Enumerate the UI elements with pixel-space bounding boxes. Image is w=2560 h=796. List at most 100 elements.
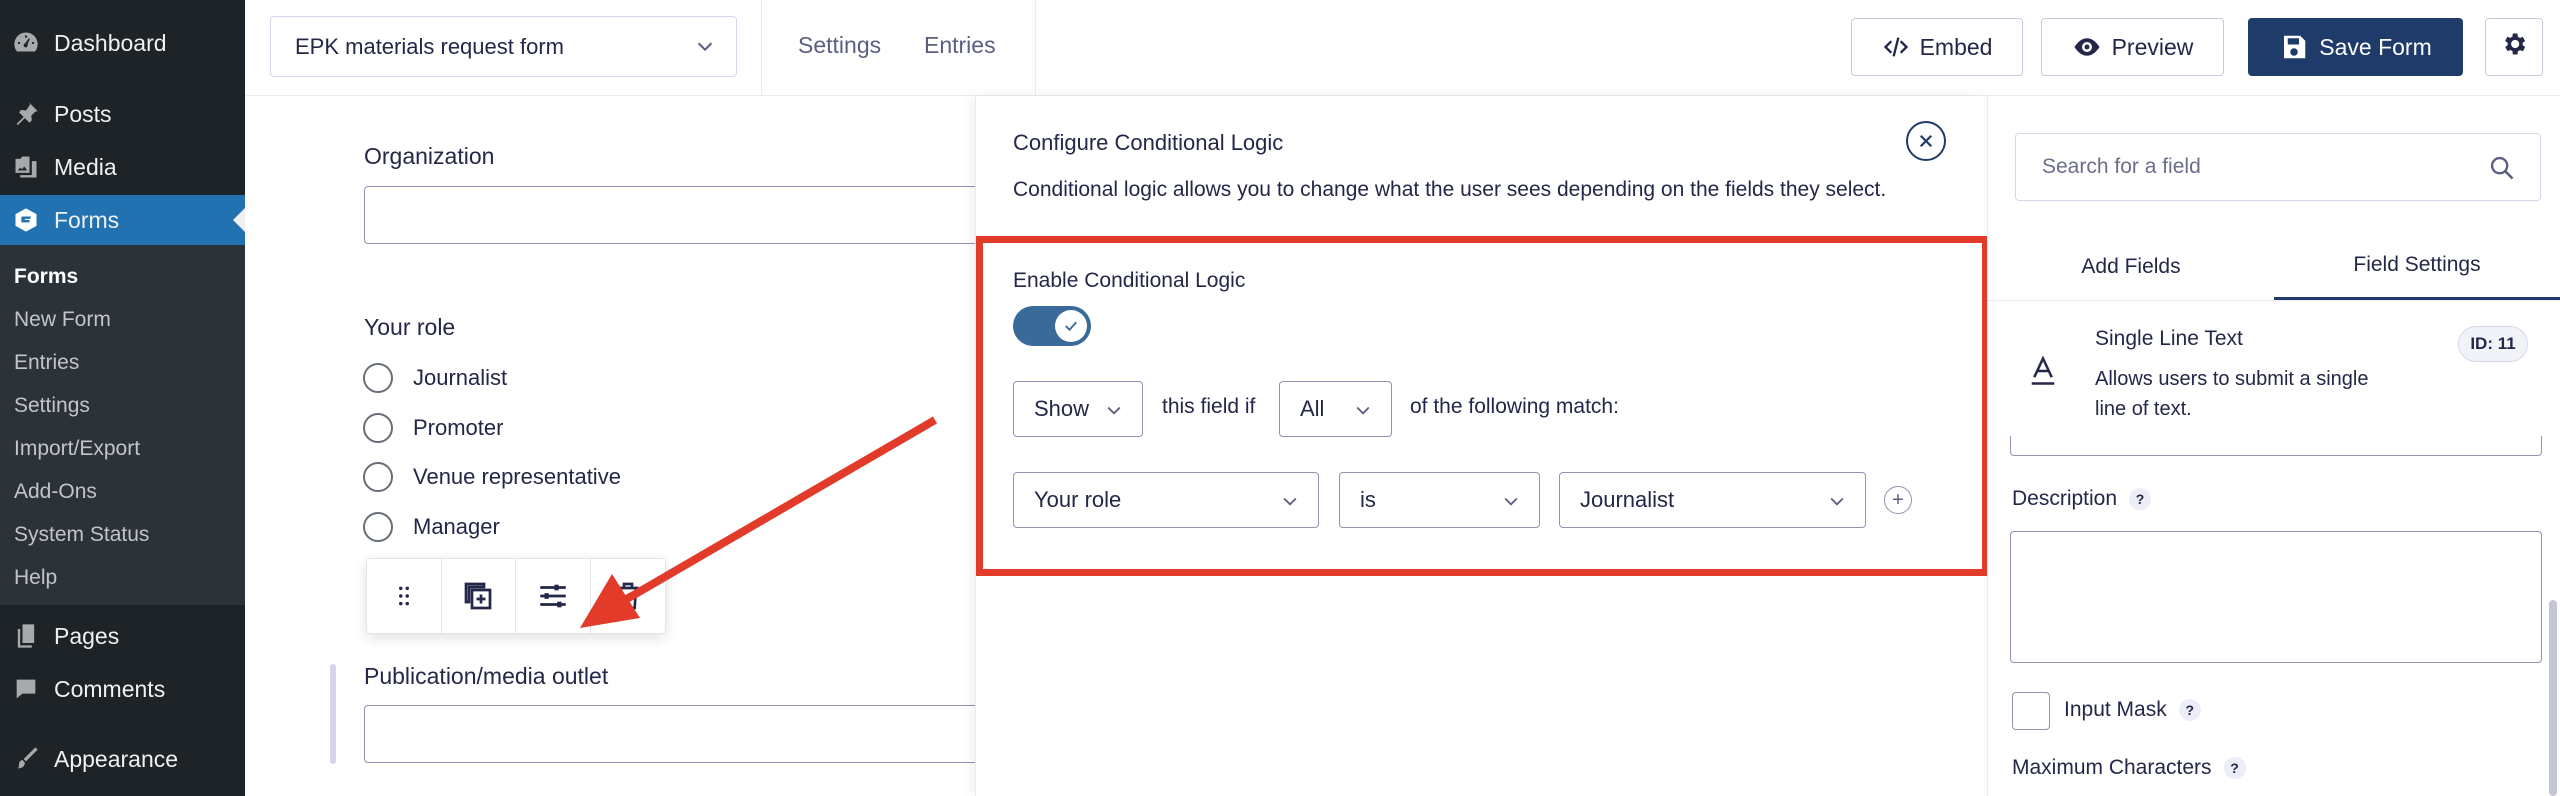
max-characters-setting-label: Maximum Characters ?: [2012, 756, 2246, 780]
radio-option-label: Journalist: [413, 365, 508, 390]
code-icon: [1882, 33, 1910, 61]
gear-icon: [2500, 30, 2528, 64]
search-icon: [2488, 154, 2516, 188]
embed-label: Embed: [1919, 33, 1993, 60]
submenu-system-status[interactable]: System Status: [14, 523, 149, 547]
selected-field-indicator: [330, 664, 336, 764]
input-mask-checkbox[interactable]: [2012, 692, 2050, 730]
this-field-if-text: this field if: [1162, 395, 1256, 418]
form-canvas: Organization Your role: [245, 96, 984, 796]
media-icon: [8, 149, 44, 185]
radio-button[interactable]: [363, 462, 393, 492]
comment-bubble-icon: [8, 671, 44, 707]
rule-field-value: Your role: [1034, 487, 1122, 512]
setting-input[interactable]: [2010, 436, 2542, 456]
description-label-text: Description: [2012, 487, 2118, 510]
organization-field-label: Organization: [364, 143, 495, 169]
preview-label: Preview: [2111, 33, 2194, 60]
sliders-icon: [540, 584, 566, 608]
radio-option-label: Venue representative: [413, 464, 621, 489]
input-mask-setting-label: Input Mask ?: [2064, 698, 2201, 722]
help-icon[interactable]: ?: [2223, 757, 2246, 779]
chevron-down-icon: [1280, 491, 1300, 517]
menu-appearance-label: Appearance: [54, 745, 179, 772]
action-type-select[interactable]: Show: [1013, 381, 1143, 437]
close-icon: [1919, 134, 1933, 148]
form-switcher-dropdown[interactable]: EPK materials request form: [270, 16, 737, 77]
forms-submenu: [0, 245, 245, 605]
chevron-down-icon: [1104, 400, 1124, 426]
role-field-label: Your role: [364, 314, 456, 340]
rule-field-select[interactable]: Your role: [1013, 472, 1319, 528]
organization-input[interactable]: [364, 186, 984, 244]
menu-media-label: Media: [54, 153, 117, 180]
input-mask-label-text: Input Mask: [2064, 698, 2167, 721]
duplicate-field-button[interactable]: [442, 559, 516, 633]
logic-type-select[interactable]: All: [1279, 381, 1392, 437]
radio-option-label: Manager: [413, 514, 500, 539]
conditional-logic-flyout: Configure Conditional Logic Conditional …: [975, 96, 1989, 796]
menu-posts-label: Posts: [54, 100, 112, 127]
submenu-settings[interactable]: Settings: [14, 394, 90, 418]
description-textarea[interactable]: [2010, 531, 2542, 663]
drag-dots-icon: [398, 586, 409, 606]
add-rule-button[interactable]: +: [1884, 486, 1912, 514]
max-characters-label-text: Maximum Characters: [2012, 756, 2212, 779]
form-editor-toolbar: EPK materials request form Settings Entr…: [245, 0, 2560, 96]
radio-button[interactable]: [363, 413, 393, 443]
menu-forms[interactable]: Forms: [0, 195, 245, 245]
menu-forms-label: Forms: [54, 206, 120, 233]
editor-settings-button[interactable]: [2485, 18, 2543, 76]
help-icon[interactable]: ?: [2129, 488, 2152, 510]
radio-option-manager[interactable]: Manager: [363, 512, 500, 542]
menu-dashboard[interactable]: Dashboard: [0, 18, 245, 68]
menu-posts[interactable]: Posts: [0, 89, 245, 139]
help-icon[interactable]: ?: [2178, 699, 2201, 721]
radio-option-venue-representative[interactable]: Venue representative: [363, 462, 621, 492]
submenu-import-export[interactable]: Import/Export: [14, 437, 140, 461]
menu-pages[interactable]: Pages: [0, 611, 245, 661]
settings-link[interactable]: Settings: [798, 32, 881, 59]
chevron-down-icon: [694, 35, 716, 63]
field-search-placeholder: Search for a field: [2042, 155, 2201, 178]
submenu-help[interactable]: Help: [14, 566, 57, 590]
drag-handle[interactable]: [367, 559, 442, 633]
publication-input[interactable]: [364, 705, 984, 763]
tab-field-settings[interactable]: Field Settings: [2274, 233, 2560, 301]
rule-operator-select[interactable]: is: [1339, 472, 1540, 528]
menu-dashboard-label: Dashboard: [54, 29, 167, 56]
field-settings-button[interactable]: [516, 559, 591, 633]
radio-option-promoter[interactable]: Promoter: [363, 413, 503, 443]
toolbar-divider: [1035, 0, 1036, 96]
close-flyout-button[interactable]: [1906, 121, 1946, 161]
chevron-down-icon: [1353, 400, 1373, 426]
sidebar-scrollbar[interactable]: [2549, 600, 2557, 796]
menu-media[interactable]: Media: [0, 142, 245, 192]
enable-conditional-logic-toggle[interactable]: [1013, 306, 1091, 346]
field-search-input[interactable]: Search for a field: [2015, 133, 2541, 201]
embed-button[interactable]: Embed: [1851, 18, 2023, 76]
submenu-entries[interactable]: Entries: [14, 351, 79, 375]
entries-link[interactable]: Entries: [924, 32, 996, 59]
save-form-label: Save Form: [2319, 33, 2432, 60]
submenu-add-ons[interactable]: Add-Ons: [14, 480, 97, 504]
radio-button[interactable]: [363, 512, 393, 542]
delete-field-button[interactable]: [591, 559, 666, 633]
submenu-new-form[interactable]: New Form: [14, 308, 111, 332]
field-type-title: Single Line Text: [2095, 327, 2243, 350]
save-form-button[interactable]: Save Form: [2248, 18, 2463, 76]
menu-appearance[interactable]: Appearance: [0, 734, 245, 784]
submenu-forms[interactable]: Forms: [14, 265, 78, 289]
text-field-type-icon: [2028, 354, 2058, 393]
radio-button[interactable]: [363, 363, 393, 393]
toggle-knob: [1055, 310, 1087, 342]
trash-icon: [617, 582, 639, 610]
duplicate-icon: [464, 582, 492, 610]
menu-comments[interactable]: Comments: [0, 664, 245, 714]
enable-conditional-logic-label: Enable Conditional Logic: [1013, 269, 1246, 292]
preview-button[interactable]: Preview: [2041, 18, 2224, 76]
rule-value-select[interactable]: Journalist: [1559, 472, 1866, 528]
tab-add-fields[interactable]: Add Fields: [1988, 233, 2274, 301]
radio-option-journalist[interactable]: Journalist: [363, 363, 507, 393]
chevron-down-icon: [1501, 491, 1521, 517]
